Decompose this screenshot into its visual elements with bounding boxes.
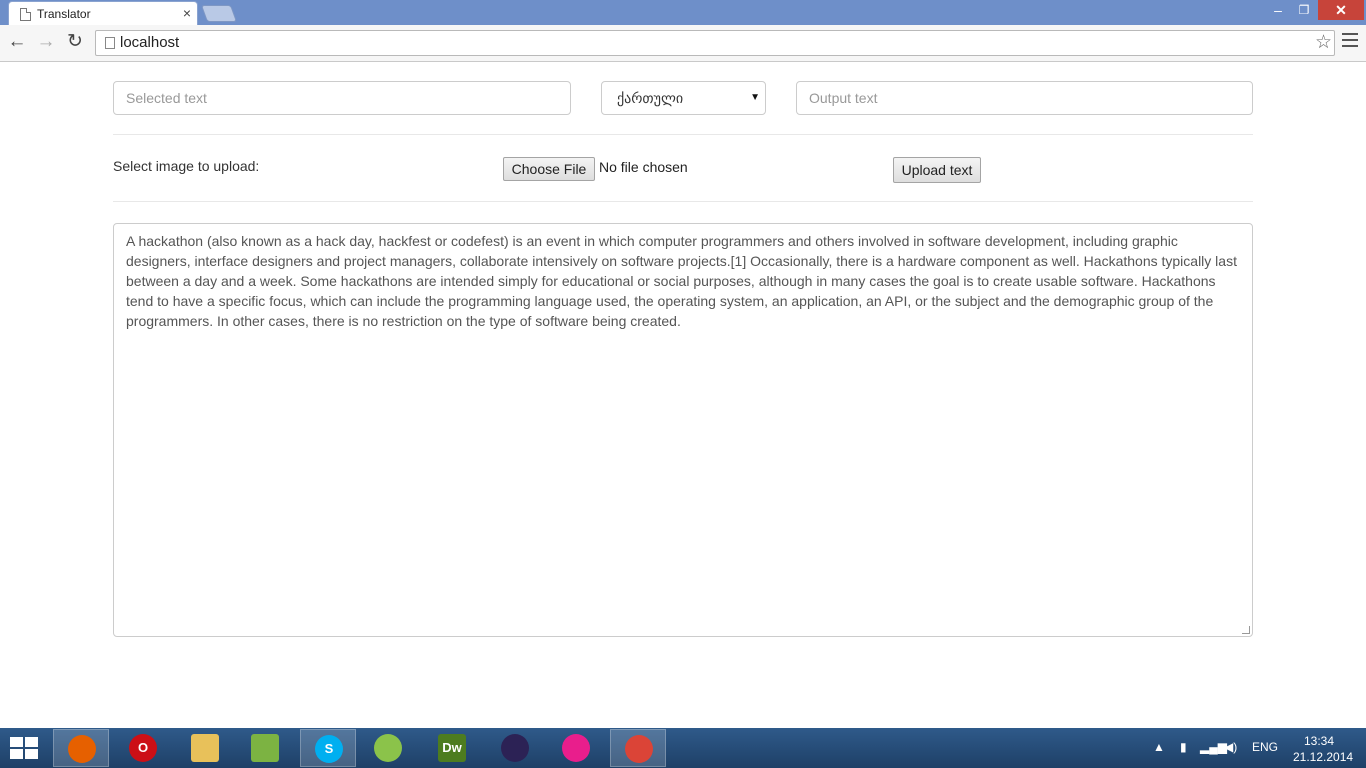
taskbar-app[interactable] — [610, 729, 666, 767]
taskbar-app[interactable]: S — [300, 729, 356, 767]
file-status-text: No file chosen — [599, 159, 688, 175]
clock[interactable]: 13:34 21.12.2014 — [1293, 733, 1354, 765]
page-content: Selected text ქართული ▼ Output text Sele… — [0, 62, 1366, 728]
forward-button[interactable]: → — [35, 31, 57, 53]
browser-titlebar: Translator × – ❐ ✕ — [0, 0, 1366, 26]
taskbar-app[interactable]: O — [115, 729, 171, 767]
volume-icon[interactable]: ◀) — [1224, 740, 1237, 754]
opera-icon-label: O — [137, 740, 149, 755]
url-text[interactable]: localhost — [120, 34, 179, 51]
chrome-icon — [625, 735, 653, 763]
page-icon — [105, 37, 115, 49]
firefox-icon — [68, 735, 96, 763]
notepad-plus-plus-icon — [251, 734, 279, 762]
clock-date: 21.12.2014 — [1293, 750, 1354, 764]
language-select-value: ქართული — [617, 90, 684, 106]
skype-icon: S — [315, 735, 343, 763]
close-window-button[interactable]: ✕ — [1318, 0, 1364, 20]
output-text-input[interactable]: Output text — [796, 81, 1253, 115]
choose-file-button[interactable]: Choose File — [503, 157, 595, 181]
resize-handle-icon[interactable] — [1242, 626, 1250, 634]
clock-time: 13:34 — [1303, 734, 1335, 748]
bookmark-star-icon[interactable]: ☆ — [1315, 31, 1332, 54]
back-button[interactable]: ← — [6, 31, 28, 53]
minimize-button[interactable]: – — [1266, 0, 1290, 20]
chrome-menu-button[interactable] — [1342, 33, 1358, 53]
taskbar-app[interactable] — [487, 729, 543, 767]
file-explorer-icon — [191, 734, 219, 762]
taskbar-app[interactable] — [548, 729, 604, 767]
reload-button[interactable]: ↻ — [64, 31, 86, 53]
tab-title: Translator — [37, 7, 91, 21]
browser-tab[interactable]: Translator × — [8, 1, 198, 26]
text-area[interactable]: A hackathon (also known as a hack day, h… — [113, 223, 1253, 637]
battery-icon[interactable]: ▮ — [1180, 740, 1187, 754]
selected-text-input[interactable]: Selected text — [113, 81, 571, 115]
taskbar-app[interactable] — [177, 729, 233, 767]
address-bar[interactable]: localhost ☆ — [95, 30, 1335, 56]
page-icon — [20, 8, 31, 21]
maximize-button[interactable]: ❐ — [1292, 0, 1316, 20]
windows-taskbar: O S Dw ▲ ▮ ▂▄▆ ◀) ENG 13:34 21.12.2014 — [0, 728, 1366, 768]
upload-text-button[interactable]: Upload text — [893, 157, 981, 183]
language-select[interactable]: ქართული ▼ — [601, 81, 766, 115]
language-indicator[interactable]: ENG — [1252, 740, 1278, 754]
dropdown-arrow-icon: ▼ — [750, 92, 760, 103]
taskbar-app[interactable]: Dw — [424, 729, 480, 767]
new-tab-button[interactable] — [200, 5, 238, 22]
divider — [113, 201, 1253, 202]
divider — [113, 134, 1253, 135]
dreamweaver-icon: Dw — [438, 734, 466, 762]
dreamweaver-icon-label: Dw — [442, 740, 462, 755]
skype-icon-label: S — [324, 741, 334, 756]
taskbar-app[interactable] — [53, 729, 109, 767]
show-hidden-icons-icon[interactable]: ▲ — [1153, 740, 1165, 754]
text-area-content: A hackathon (also known as a hack day, h… — [126, 233, 1237, 329]
signal-icon[interactable]: ▂▄▆ — [1200, 740, 1227, 754]
taskbar-app[interactable] — [360, 729, 416, 767]
tab-close-icon[interactable]: × — [183, 5, 191, 21]
start-button[interactable] — [10, 737, 38, 759]
taskbar-app[interactable] — [237, 729, 293, 767]
browser-toolbar: ← → ↻ localhost ☆ — [0, 25, 1366, 62]
codeblocks-icon — [374, 734, 402, 762]
eclipse-icon — [501, 734, 529, 762]
opera-icon: O — [129, 734, 157, 762]
upload-label: Select image to upload: — [113, 158, 260, 174]
wamp-icon — [562, 734, 590, 762]
